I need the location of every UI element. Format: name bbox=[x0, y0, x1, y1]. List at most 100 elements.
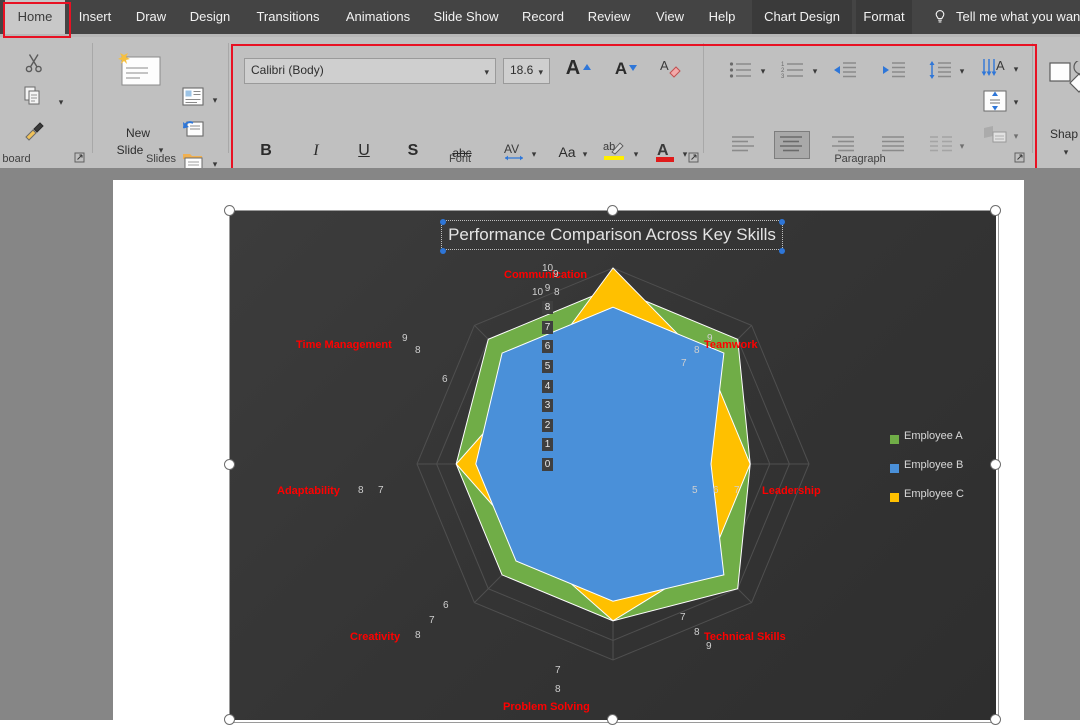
title-handle-bl[interactable] bbox=[440, 248, 446, 254]
increase-indent-button[interactable] bbox=[882, 61, 906, 84]
align-left-button[interactable] bbox=[726, 131, 760, 157]
font-size-combo[interactable]: 18.6 ▾ bbox=[503, 58, 550, 84]
title-handle-tr[interactable] bbox=[779, 219, 785, 225]
chart-handle-tl[interactable] bbox=[224, 205, 235, 216]
text-direction-button[interactable]: A bbox=[981, 57, 1009, 86]
bullet-list-button[interactable] bbox=[729, 61, 753, 84]
tick-leadership-6: 6 bbox=[713, 485, 719, 496]
italic-button[interactable]: I bbox=[306, 142, 326, 160]
chart-handle-ml[interactable] bbox=[224, 459, 235, 470]
cut-button[interactable] bbox=[22, 51, 46, 80]
axis-label-time-management: Time Management bbox=[296, 339, 392, 351]
text-direction-caret[interactable]: ▾ bbox=[1010, 64, 1022, 75]
radial-tick-10: 10 bbox=[542, 263, 554, 274]
paragraph-dialog-launcher[interactable] bbox=[1014, 152, 1025, 163]
columns-button[interactable] bbox=[924, 131, 958, 157]
underline-button[interactable]: U bbox=[354, 142, 374, 160]
clear-formatting-button[interactable]: A bbox=[659, 57, 683, 86]
new-slide-button[interactable] bbox=[112, 49, 164, 96]
tab-chart-design[interactable]: Chart Design bbox=[752, 0, 852, 34]
tick-problem-8: 8 bbox=[555, 684, 561, 695]
numbered-list-caret[interactable]: ▾ bbox=[809, 66, 821, 77]
copy-dropdown-caret[interactable]: ▾ bbox=[55, 97, 67, 108]
increase-font-size-button[interactable]: A bbox=[562, 57, 584, 80]
paragraph-group-label: Paragraph bbox=[834, 153, 886, 165]
tab-record[interactable]: Record bbox=[514, 0, 572, 34]
character-spacing-button[interactable]: AV bbox=[502, 141, 528, 168]
radar-chart-svg bbox=[416, 267, 810, 661]
align-text-vertical-button[interactable] bbox=[983, 90, 1007, 117]
chart-title[interactable]: Performance Comparison Across Key Skills bbox=[443, 222, 781, 248]
clipboard-dialog-launcher[interactable] bbox=[74, 152, 85, 163]
tab-view[interactable]: View bbox=[646, 0, 694, 34]
chart-handle-mr[interactable] bbox=[990, 459, 1001, 470]
tell-me-search[interactable]: Tell me what you want bbox=[956, 0, 1080, 34]
tab-home[interactable]: Home bbox=[5, 0, 65, 34]
legend-swatch-employee-b bbox=[890, 464, 899, 473]
tick-problem-7: 7 bbox=[555, 665, 561, 676]
slide-layout-caret[interactable]: ▾ bbox=[209, 95, 221, 106]
text-highlight-button[interactable]: ab bbox=[602, 139, 626, 170]
font-dialog-launcher[interactable] bbox=[688, 152, 699, 163]
tick-technical-8: 8 bbox=[694, 627, 700, 638]
tab-review[interactable]: Review bbox=[580, 0, 638, 34]
title-handle-br[interactable] bbox=[779, 248, 785, 254]
format-painter-button[interactable] bbox=[22, 119, 46, 148]
tab-insert[interactable]: Insert bbox=[70, 0, 120, 34]
tab-transitions[interactable]: Transitions bbox=[246, 0, 330, 34]
font-group-label: Font bbox=[448, 153, 471, 165]
align-center-button[interactable] bbox=[774, 131, 810, 159]
ribbon: ▾ board New Slide ▾ ▾ ▾ Slides Calibri (… bbox=[0, 37, 1080, 170]
radial-tick-4: 4 bbox=[542, 379, 553, 393]
line-spacing-button[interactable] bbox=[928, 61, 952, 84]
chart-handle-tr[interactable] bbox=[990, 205, 1001, 216]
radial-tick-9: 9 bbox=[544, 282, 551, 294]
shapes-caret[interactable]: ▾ bbox=[1060, 147, 1072, 158]
legend-label-employee-c: Employee C bbox=[904, 488, 964, 500]
tab-format[interactable]: Format bbox=[856, 0, 912, 34]
font-family-combo[interactable]: Calibri (Body) ▾ bbox=[244, 58, 496, 84]
tick-technical-9: 9 bbox=[706, 641, 712, 652]
change-case-caret[interactable]: ▾ bbox=[579, 149, 591, 160]
convert-smartart-caret[interactable]: ▾ bbox=[1010, 131, 1022, 142]
character-spacing-caret[interactable]: ▾ bbox=[528, 149, 540, 160]
text-highlight-caret[interactable]: ▾ bbox=[630, 149, 642, 160]
font-family-caret[interactable]: ▾ bbox=[484, 67, 489, 78]
radial-tick-8: 8 bbox=[542, 301, 553, 315]
tick-creativity-8: 8 bbox=[415, 630, 421, 641]
tab-design[interactable]: Design bbox=[182, 0, 238, 34]
slide-reset-button[interactable] bbox=[182, 119, 204, 144]
lightbulb-icon bbox=[932, 9, 948, 25]
columns-caret[interactable]: ▾ bbox=[956, 141, 968, 152]
copy-button[interactable] bbox=[22, 85, 44, 112]
title-handle-tl[interactable] bbox=[440, 219, 446, 225]
slide-layout-button[interactable] bbox=[182, 87, 204, 112]
tick-teamwork-7: 7 bbox=[681, 358, 687, 369]
tab-help[interactable]: Help bbox=[700, 0, 744, 34]
legend-label-employee-a: Employee A bbox=[904, 430, 963, 442]
new-slide-label-line1: New bbox=[125, 126, 150, 140]
decrease-font-size-button[interactable]: A bbox=[611, 59, 631, 79]
tab-draw[interactable]: Draw bbox=[128, 0, 174, 34]
font-size-caret[interactable]: ▾ bbox=[538, 67, 543, 78]
axis-label-technical-skills: Technical Skills bbox=[704, 631, 786, 643]
radial-tick-2: 2 bbox=[542, 418, 553, 432]
radar-chart-object[interactable] bbox=[230, 211, 996, 720]
tab-animations[interactable]: Animations bbox=[336, 0, 420, 34]
numbered-list-button[interactable]: 1 2 3 bbox=[781, 61, 805, 84]
tick-time-9: 9 bbox=[402, 333, 408, 344]
shapes-gallery-button[interactable] bbox=[1048, 59, 1080, 110]
align-text-vertical-caret[interactable]: ▾ bbox=[1010, 97, 1022, 108]
bullet-list-caret[interactable]: ▾ bbox=[757, 66, 769, 77]
decrease-indent-button[interactable] bbox=[833, 61, 857, 84]
line-spacing-caret[interactable]: ▾ bbox=[956, 66, 968, 77]
radial-tick-1: 1 bbox=[542, 438, 553, 452]
font-color-button[interactable]: A bbox=[655, 139, 675, 170]
chart-handle-tc[interactable] bbox=[607, 205, 618, 216]
convert-smartart-button[interactable] bbox=[983, 124, 1007, 151]
tab-slide-show[interactable]: Slide Show bbox=[426, 0, 506, 34]
bold-button[interactable]: B bbox=[256, 142, 276, 160]
change-case-button[interactable]: Aa bbox=[554, 144, 580, 160]
increase-font-arrow-icon bbox=[583, 59, 591, 77]
svg-text:3: 3 bbox=[781, 74, 785, 79]
